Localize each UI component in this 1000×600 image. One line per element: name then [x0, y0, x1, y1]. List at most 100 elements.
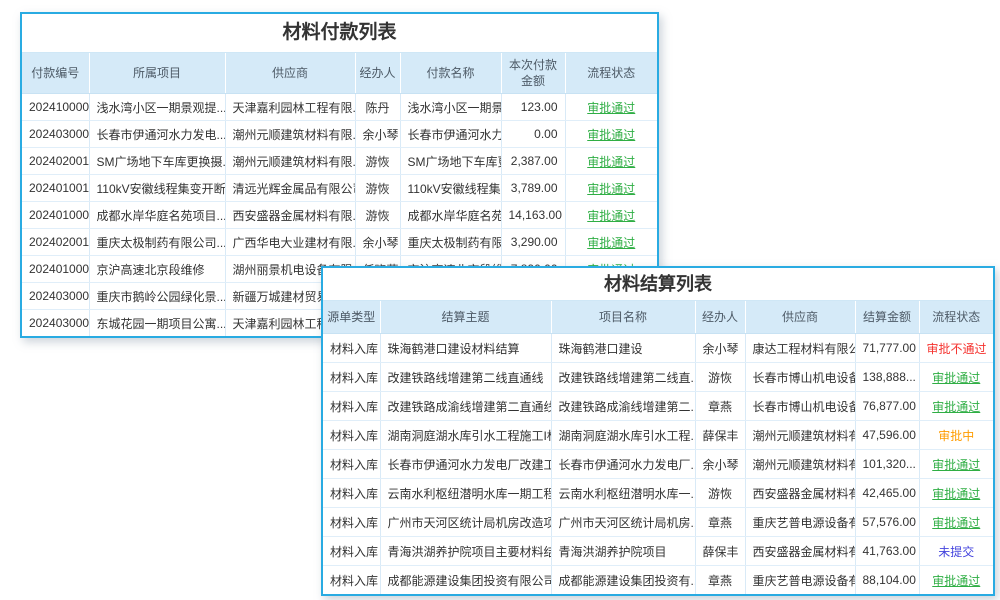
- project-link[interactable]: 湖南洞庭湖水库引水工程...: [551, 421, 695, 450]
- project-link[interactable]: 成都能源建设集团投资有...: [551, 566, 695, 595]
- supplier-link[interactable]: 康达工程材料有限公司: [745, 334, 855, 363]
- handler-link[interactable]: 游恢: [695, 479, 745, 508]
- status-badge[interactable]: 审批通过: [565, 229, 657, 256]
- handler-link[interactable]: 章燕: [695, 566, 745, 595]
- payment-name-link[interactable]: 浅水湾小区一期景...: [400, 94, 501, 121]
- handler-link[interactable]: 薛保丰: [695, 537, 745, 566]
- handler-link[interactable]: 章燕: [695, 392, 745, 421]
- supplier-link[interactable]: 长春市博山机电设备...: [745, 392, 855, 421]
- payment-name-link[interactable]: SM广场地下车库更...: [400, 148, 501, 175]
- subject-link[interactable]: 珠海鹤港口建设材料结算: [380, 334, 551, 363]
- column-header: 流程状态: [919, 301, 993, 334]
- supplier-link[interactable]: 重庆艺普电源设备有...: [745, 508, 855, 537]
- supplier-link[interactable]: 潮州元顺建筑材料有限...: [225, 148, 355, 175]
- project-link[interactable]: 东城花园一期项目公寓...: [89, 310, 225, 337]
- project-link[interactable]: 改建铁路线增建第二线直...: [551, 363, 695, 392]
- payment-name-link[interactable]: 110kV安徽线程集变...: [400, 175, 501, 202]
- handler-link[interactable]: 游恢: [355, 148, 400, 175]
- project-link[interactable]: 重庆市鹅岭公园绿化景...: [89, 283, 225, 310]
- status-badge[interactable]: 审批通过: [919, 508, 993, 537]
- status-badge[interactable]: 审批通过: [565, 175, 657, 202]
- settlement-list-panel: 材料结算列表 源单类型结算主题项目名称经办人供应商结算金额流程状态 材料入库 珠海…: [321, 266, 995, 596]
- status-badge[interactable]: 审批通过: [919, 566, 993, 595]
- payment-amount-value: 123.00: [501, 94, 565, 121]
- handler-link[interactable]: 章燕: [695, 508, 745, 537]
- settlement-list-title: 材料结算列表: [323, 268, 993, 301]
- settlement-header-row: 源单类型结算主题项目名称经办人供应商结算金额流程状态: [323, 301, 993, 334]
- project-link[interactable]: 云南水利枢纽潜明水库一...: [551, 479, 695, 508]
- project-link[interactable]: 珠海鹤港口建设: [551, 334, 695, 363]
- subject-link[interactable]: 长春市伊通河水力发电厂改建工程...: [380, 450, 551, 479]
- subject-link[interactable]: 青海洪湖养护院项目主要材料结算: [380, 537, 551, 566]
- payment-id-link[interactable]: 2024010010: [22, 175, 89, 202]
- status-badge[interactable]: 审批不通过: [919, 334, 993, 363]
- project-link[interactable]: 长春市伊通河水力发电...: [89, 121, 225, 148]
- supplier-link[interactable]: 潮州元顺建筑材料有...: [745, 450, 855, 479]
- status-badge[interactable]: 审批通过: [919, 479, 993, 508]
- payment-id-link[interactable]: 2024030005: [22, 283, 89, 310]
- payment-amount-value: 14,163.00: [501, 202, 565, 229]
- handler-link[interactable]: 游恢: [355, 175, 400, 202]
- project-link[interactable]: SM广场地下车库更换摄...: [89, 148, 225, 175]
- project-link[interactable]: 广州市天河区统计局机房...: [551, 508, 695, 537]
- table-row: 2024020012SM广场地下车库更换摄...潮州元顺建筑材料有限...游恢S…: [22, 148, 657, 175]
- payment-id-link[interactable]: 2024030006: [22, 310, 89, 337]
- handler-link[interactable]: 余小琴: [695, 334, 745, 363]
- project-link[interactable]: 长春市伊通河水力发电厂...: [551, 450, 695, 479]
- source-type-cell: 材料入库: [323, 421, 380, 450]
- status-badge[interactable]: 审批通过: [565, 148, 657, 175]
- status-badge[interactable]: 审批通过: [565, 121, 657, 148]
- status-badge[interactable]: 未提交: [919, 537, 993, 566]
- status-badge[interactable]: 审批通过: [565, 202, 657, 229]
- payment-id-link[interactable]: 2024030007: [22, 121, 89, 148]
- status-badge[interactable]: 审批通过: [565, 94, 657, 121]
- column-header: 流程状态: [565, 53, 657, 94]
- supplier-link[interactable]: 西安盛器金属材料有...: [745, 479, 855, 508]
- payment-name-link[interactable]: 成都水岸华庭名苑...: [400, 202, 501, 229]
- subject-link[interactable]: 湖南洞庭湖水库引水工程施工I标材...: [380, 421, 551, 450]
- payment-list-title: 材料付款列表: [22, 14, 657, 53]
- handler-link[interactable]: 陈丹: [355, 94, 400, 121]
- project-link[interactable]: 重庆太极制药有限公司...: [89, 229, 225, 256]
- status-badge[interactable]: 审批通过: [919, 450, 993, 479]
- project-link[interactable]: 成都水岸华庭名苑项目...: [89, 202, 225, 229]
- supplier-link[interactable]: 清远光辉金属品有限公司: [225, 175, 355, 202]
- supplier-link[interactable]: 潮州元顺建筑材料有...: [745, 421, 855, 450]
- payment-id-link[interactable]: 2024010008: [22, 256, 89, 283]
- handler-link[interactable]: 余小琴: [355, 121, 400, 148]
- handler-link[interactable]: 游恢: [695, 363, 745, 392]
- payment-name-link[interactable]: 重庆太极制药有限...: [400, 229, 501, 256]
- subject-link[interactable]: 改建铁路成渝线增建第二直通线（...: [380, 392, 551, 421]
- handler-link[interactable]: 余小琴: [355, 229, 400, 256]
- supplier-link[interactable]: 重庆艺普电源设备有...: [745, 566, 855, 595]
- project-link[interactable]: 浅水湾小区一期景观提...: [89, 94, 225, 121]
- project-link[interactable]: 110kV安徽线程集变开断...: [89, 175, 225, 202]
- payment-name-link[interactable]: 长春市伊通河水力...: [400, 121, 501, 148]
- supplier-link[interactable]: 西安盛器金属材料有限...: [225, 202, 355, 229]
- handler-link[interactable]: 游恢: [355, 202, 400, 229]
- supplier-link[interactable]: 天津嘉利园林工程有限...: [225, 94, 355, 121]
- subject-link[interactable]: 云南水利枢纽潜明水库一期工程施...: [380, 479, 551, 508]
- payment-id-link[interactable]: 2024020012: [22, 148, 89, 175]
- status-badge[interactable]: 审批中: [919, 421, 993, 450]
- payment-id-link[interactable]: 2024020011: [22, 229, 89, 256]
- supplier-link[interactable]: 长春市博山机电设备...: [745, 363, 855, 392]
- payment-id-link[interactable]: 2024010009: [22, 202, 89, 229]
- status-badge[interactable]: 审批通过: [919, 392, 993, 421]
- subject-link[interactable]: 成都能源建设集团投资有限公司临...: [380, 566, 551, 595]
- payment-id-link[interactable]: 2024100001: [22, 94, 89, 121]
- table-row: 材料入库成都能源建设集团投资有限公司临...成都能源建设集团投资有...章燕重庆…: [323, 566, 993, 595]
- project-link[interactable]: 改建铁路成渝线增建第二...: [551, 392, 695, 421]
- column-header: 结算金额: [855, 301, 919, 334]
- settlement-amount-value: 101,320...: [855, 450, 919, 479]
- status-badge[interactable]: 审批通过: [919, 363, 993, 392]
- project-link[interactable]: 青海洪湖养护院项目: [551, 537, 695, 566]
- supplier-link[interactable]: 西安盛器金属材料有...: [745, 537, 855, 566]
- subject-link[interactable]: 改建铁路线增建第二线直通线（成...: [380, 363, 551, 392]
- handler-link[interactable]: 薛保丰: [695, 421, 745, 450]
- supplier-link[interactable]: 潮州元顺建筑材料有限...: [225, 121, 355, 148]
- project-link[interactable]: 京沪高速北京段维修: [89, 256, 225, 283]
- subject-link[interactable]: 广州市天河区统计局机房改造项目...: [380, 508, 551, 537]
- supplier-link[interactable]: 广西华电大业建材有限...: [225, 229, 355, 256]
- handler-link[interactable]: 余小琴: [695, 450, 745, 479]
